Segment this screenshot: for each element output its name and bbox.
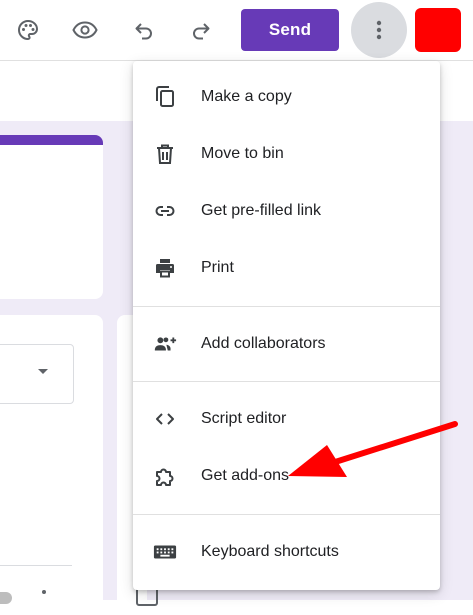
more-vert-icon-partial[interactable]: [42, 590, 46, 594]
undo-icon[interactable]: [126, 12, 162, 48]
required-toggle[interactable]: [0, 592, 12, 604]
eye-icon[interactable]: [67, 12, 103, 48]
menu-item-label: Move to bin: [201, 145, 284, 162]
menu-item-label: Keyboard shortcuts: [201, 543, 339, 560]
link-icon: [153, 199, 177, 223]
menu-item-get-pre-filled-link[interactable]: Get pre-filled link: [133, 183, 440, 239]
code-icon: [153, 407, 177, 431]
menu-item-label: Make a copy: [201, 88, 292, 105]
menu-item-print[interactable]: Print: [133, 240, 440, 296]
menu-item-label: Get pre-filled link: [201, 202, 322, 219]
question-type-dropdown[interactable]: [0, 344, 74, 404]
menu-item-add-collaborators[interactable]: Add collaborators: [133, 316, 440, 372]
copy-icon: [153, 85, 177, 109]
menu-item-get-add-ons[interactable]: Get add-ons: [133, 448, 440, 504]
menu-item-label: Script editor: [201, 410, 287, 427]
menu-divider: [133, 514, 440, 515]
more-vert-icon: [376, 20, 382, 40]
menu-item-keyboard-shortcuts[interactable]: Keyboard shortcuts: [133, 524, 440, 580]
puzzle-icon: [153, 464, 177, 488]
printer-icon: [153, 256, 177, 280]
more-options-button[interactable]: [351, 2, 407, 58]
form-title-card[interactable]: [0, 135, 103, 299]
palette-icon[interactable]: [10, 12, 46, 48]
card-divider: [0, 565, 72, 566]
trash-icon: [153, 142, 177, 166]
keyboard-icon: [153, 540, 177, 564]
menu-item-make-a-copy[interactable]: Make a copy: [133, 69, 440, 125]
add-people-icon: [153, 332, 177, 356]
menu-divider: [133, 306, 440, 307]
menu-item-label: Get add-ons: [201, 467, 290, 484]
menu-item-script-editor[interactable]: Script editor: [133, 391, 440, 447]
menu-item-move-to-bin[interactable]: Move to bin: [133, 126, 440, 182]
more-options-menu: Make a copy Move to bin Get pre-filled l…: [133, 61, 440, 590]
menu-item-label: Add collaborators: [201, 335, 326, 352]
caret-down-icon: [38, 369, 48, 374]
send-button[interactable]: Send: [241, 9, 339, 51]
top-toolbar: Send: [0, 0, 473, 61]
menu-divider: [133, 381, 440, 382]
avatar[interactable]: [415, 8, 461, 52]
menu-item-label: Print: [201, 259, 234, 276]
redo-icon[interactable]: [183, 12, 219, 48]
